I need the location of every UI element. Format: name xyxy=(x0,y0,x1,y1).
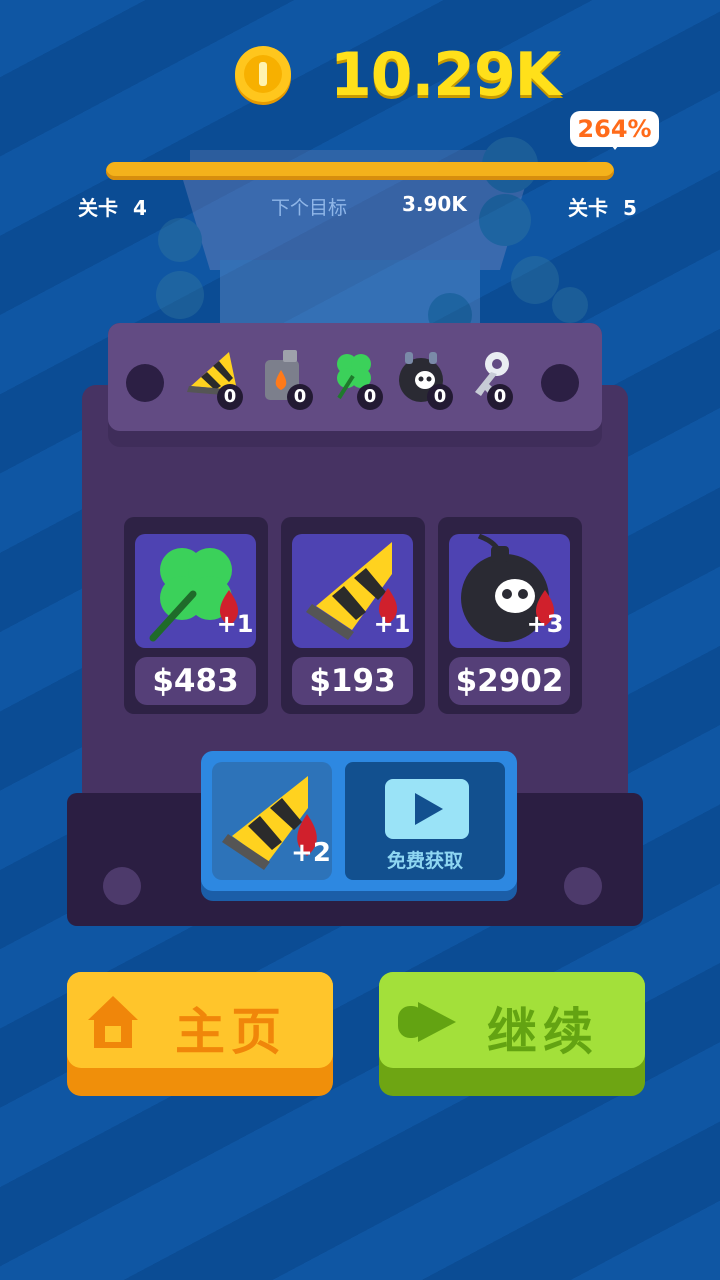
key-count: 0 xyxy=(487,384,513,410)
current-level: 关卡 4 xyxy=(78,192,147,221)
next-goal-label: 下个目标 xyxy=(271,197,348,219)
drill-count: 0 xyxy=(217,384,243,410)
current-level-label: 关卡 xyxy=(78,196,118,220)
next-level-value: 5 xyxy=(622,196,637,220)
continue-button-label: 继续 xyxy=(487,1003,599,1061)
drill-price-button[interactable]: $193 xyxy=(292,657,413,705)
clover-price-button[interactable]: $483 xyxy=(135,657,256,705)
coin-amount: 10.29K xyxy=(330,40,561,110)
bomb-bonus: +3 xyxy=(526,610,564,638)
play-video-icon[interactable] xyxy=(385,779,469,839)
panel-hole-left xyxy=(126,364,164,402)
home-button-label: 主页 xyxy=(175,1003,287,1061)
next-level: 关卡 5 xyxy=(568,192,637,221)
next-goal-value: 3.90K xyxy=(402,192,467,216)
bomb-price-button[interactable]: $2902 xyxy=(449,657,570,705)
clover-count: 0 xyxy=(357,384,383,410)
tray-peg-right xyxy=(564,867,602,905)
next-level-label: 关卡 xyxy=(568,196,608,220)
current-level-value: 4 xyxy=(132,196,147,220)
coin-icon xyxy=(235,46,291,105)
level-progress-fill xyxy=(106,162,614,180)
fuel-can-count: 0 xyxy=(287,384,313,410)
panel-hole-right xyxy=(541,364,579,402)
home-icon xyxy=(88,996,138,1048)
shop-background-icon xyxy=(156,137,588,340)
drill-bonus: +1 xyxy=(373,610,411,638)
clover-bonus: +1 xyxy=(216,610,254,638)
video-play-icon xyxy=(398,1002,456,1042)
free-offer-bonus: +2 xyxy=(291,838,331,868)
bomb-count: 0 xyxy=(427,384,453,410)
free-get-label: 免费获取 xyxy=(386,850,463,872)
progress-percent-text: 264% xyxy=(577,115,652,143)
tray-peg-left xyxy=(103,867,141,905)
